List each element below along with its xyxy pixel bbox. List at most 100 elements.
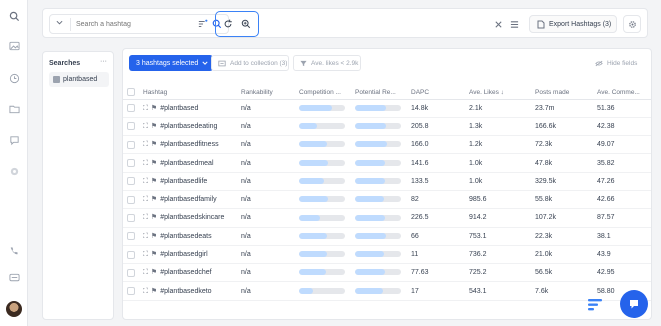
col-header-posts-made[interactable]: Posts made [531,86,593,100]
hashtag-cell[interactable]: ⛶ ⚑ #plantbasedskincare [139,208,237,228]
flag-icon[interactable]: ⚑ [151,105,157,112]
support-chat-button[interactable] [620,290,648,318]
network-icon[interactable]: ⛶ [143,196,148,203]
zoom-search-button[interactable] [238,15,254,33]
col-header-potential-reach[interactable]: Potential Re... [351,86,407,100]
flag-icon[interactable]: ⚑ [151,233,157,240]
flag-icon[interactable]: ⚑ [151,269,157,276]
row-checkbox[interactable] [127,104,135,113]
network-icon[interactable]: ⛶ [143,288,148,295]
sort-filter-button[interactable] [195,14,211,34]
filter-icon [300,60,307,66]
row-checkbox[interactable] [127,213,135,222]
more-options-button[interactable]: ··· [100,58,107,65]
selected-label: 3 hashtags selected [136,59,199,67]
ave-likes-cell: 753.1 [465,227,531,246]
network-icon[interactable]: ⛶ [143,269,148,276]
flag-icon[interactable]: ⚑ [151,196,157,203]
flag-icon[interactable]: ⚑ [151,251,157,258]
col-header-dapc[interactable]: DAPC [407,86,465,100]
settings-button[interactable] [623,15,641,33]
search-item-plantbased[interactable]: plantbased [49,72,109,87]
hashtag-cell[interactable]: ⛶ ⚑ #plantbasedeats [139,227,237,246]
settings-icon[interactable] [8,165,20,177]
hashtag-cell[interactable]: ⛶ ⚑ #plantbasedmeal [139,153,237,173]
table-row[interactable]: ⛶ ⚑ #plantbasedeating n/a 205.8 1.3k 166.6k 42.… [123,117,651,137]
flag-icon[interactable]: ⚑ [151,214,157,221]
selected-hashtags-dropdown[interactable]: 3 hashtags selected [129,55,213,71]
table-row[interactable]: ⛶ ⚑ #plantbasedskincare n/a 226.5 914.2 107.2k… [123,208,651,228]
table-row[interactable]: ⛶ ⚑ #plantbasedketo n/a 17 543.1 7.6k 58.80 [123,281,651,301]
competition-bar [299,232,345,239]
flag-icon[interactable]: ⚑ [151,288,157,295]
search-input[interactable] [76,18,196,31]
rankability-cell: n/a [237,153,295,173]
ave-likes-cell: 985.6 [465,190,531,210]
col-header-ave-comments[interactable]: Ave. Comme... [593,86,651,100]
hashtag-cell[interactable]: ⛶ ⚑ #plantbasedlife [139,172,237,191]
row-select-cell [123,208,139,228]
hashtag-cell[interactable]: ⛶ ⚑ #plantbasedfitness [139,135,237,155]
col-header-ave-likes[interactable]: Ave. Likes ↓ [465,86,531,100]
folder-icon[interactable] [8,103,20,115]
row-checkbox[interactable] [127,195,135,204]
likes-filter-chip[interactable]: Ave. likes < 2.9k [293,55,361,71]
network-icon[interactable]: ⛶ [143,178,148,185]
table-row[interactable]: ⛶ ⚑ #plantbasedgirl n/a 11 736.2 21.0k 43.9 [123,245,651,265]
table-row[interactable]: ⛶ ⚑ #plantbasedfitness n/a 166.0 1.2k 72.3k 49.… [123,135,651,155]
chat-icon[interactable] [8,134,20,146]
network-icon[interactable]: ⛶ [143,214,148,221]
row-checkbox[interactable] [127,159,135,168]
add-to-collection-button[interactable]: Add to collection (3) [211,55,289,71]
chevron-down-icon[interactable] [56,19,63,28]
network-icon[interactable]: ⛶ [143,160,148,167]
row-checkbox[interactable] [127,177,135,186]
search-icon[interactable] [8,10,20,22]
col-header-rankability[interactable]: Rankability [237,86,295,100]
table-row[interactable]: ⛶ ⚑ #plantbased n/a 14.8k 2.1k 23.7m 51.36 [123,99,651,118]
flag-icon[interactable]: ⚑ [151,123,157,130]
competition-bar [299,196,345,203]
row-checkbox[interactable] [127,250,135,259]
clock-icon[interactable] [8,72,20,84]
message-icon[interactable] [8,272,20,284]
network-icon[interactable]: ⛶ [143,105,148,112]
table-row[interactable]: ⛶ ⚑ #plantbasedeats n/a 66 753.1 22.3k 38.1 [123,227,651,246]
user-avatar[interactable] [6,301,22,317]
select-all-checkbox[interactable] [127,88,135,97]
row-checkbox[interactable] [127,122,135,131]
flag-icon[interactable]: ⚑ [151,178,157,185]
refresh-button[interactable] [220,15,236,33]
col-header-hashtag[interactable]: Hashtag [139,86,237,100]
export-hashtags-button[interactable]: Export Hashtags (3) [529,15,617,33]
hashtag-cell[interactable]: ⛶ ⚑ #plantbasedchef [139,263,237,283]
row-checkbox[interactable] [127,268,135,277]
table-row[interactable]: ⛶ ⚑ #plantbasedmeal n/a 141.6 1.0k 47.8k 35.82 [123,153,651,173]
hashtag-cell[interactable]: ⛶ ⚑ #plantbasedgirl [139,245,237,265]
network-icon[interactable]: ⛶ [143,141,148,148]
flag-icon[interactable]: ⚑ [151,160,157,167]
hashtag-cell[interactable]: ⛶ ⚑ #plantbasedeating [139,117,237,137]
network-icon[interactable]: ⛶ [143,233,148,240]
network-icon[interactable]: ⛶ [143,251,148,258]
image-icon[interactable] [8,40,20,52]
hashtag-cell[interactable]: ⛶ ⚑ #plantbasedketo [139,281,237,301]
table-row[interactable]: ⛶ ⚑ #plantbasedlife n/a 133.5 1.0k 329.5k 47.26 [123,172,651,191]
phone-icon[interactable] [8,245,20,257]
list-view-button[interactable] [507,14,521,34]
network-icon[interactable]: ⛶ [143,123,148,130]
row-checkbox[interactable] [127,287,135,296]
row-checkbox[interactable] [127,232,135,241]
hide-fields-button[interactable]: Hide fields [589,55,643,71]
close-button[interactable] [491,14,505,34]
rankability-cell: n/a [237,227,295,246]
hashtag-cell[interactable]: ⛶ ⚑ #plantbasedfamily [139,190,237,210]
table-row[interactable]: ⛶ ⚑ #plantbasedchef n/a 77.63 725.2 56.5k 42.95 [123,263,651,283]
row-select-cell [123,281,139,301]
row-checkbox[interactable] [127,140,135,149]
flag-icon[interactable]: ⚑ [151,141,157,148]
table-row[interactable]: ⛶ ⚑ #plantbasedfamily n/a 82 985.6 55.8k 42.66 [123,190,651,210]
ave-comments-cell: 51.36 [593,99,651,118]
hashtag-cell[interactable]: ⛶ ⚑ #plantbased [139,99,237,118]
col-header-competition[interactable]: Competition ... [295,86,351,100]
